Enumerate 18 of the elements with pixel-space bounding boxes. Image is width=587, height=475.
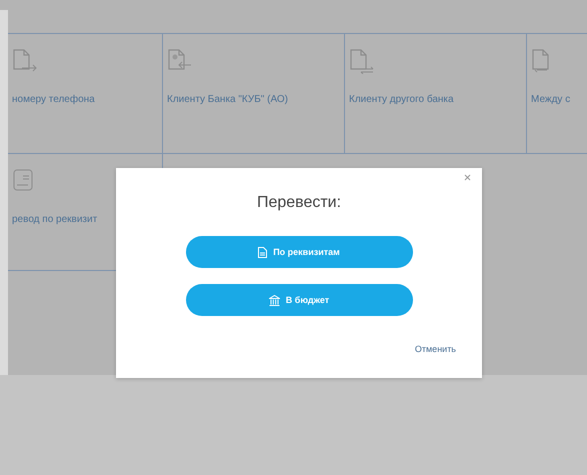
tile-label: ревод по реквизит: [12, 214, 98, 225]
document-arrow-icon: [12, 48, 38, 74]
tile-label: Клиенту Банка "КУБ" (АО): [167, 94, 290, 105]
close-icon: [464, 174, 471, 181]
transfer-tile[interactable]: номеру телефона: [8, 34, 163, 154]
transfer-tile[interactable]: Клиенту Банка "КУБ" (АО): [163, 34, 345, 154]
option-button[interactable]: По реквизитам: [186, 236, 412, 268]
bank-icon: [268, 294, 280, 306]
document-icon: [258, 246, 268, 258]
transfer-tile[interactable]: Клиенту другого банка: [345, 34, 527, 154]
cancel-link[interactable]: Отменить: [414, 344, 456, 354]
tile-label: Между с: [531, 94, 572, 105]
option-button[interactable]: В бюджет: [186, 284, 412, 316]
document-arrows-icon: [349, 48, 375, 74]
tile-label: номеру телефона: [12, 94, 96, 105]
dialog-title: Перевести:: [256, 194, 342, 212]
transfer-tile[interactable]: Между с: [527, 34, 587, 154]
tile-label: Клиенту другого банка: [349, 94, 455, 105]
